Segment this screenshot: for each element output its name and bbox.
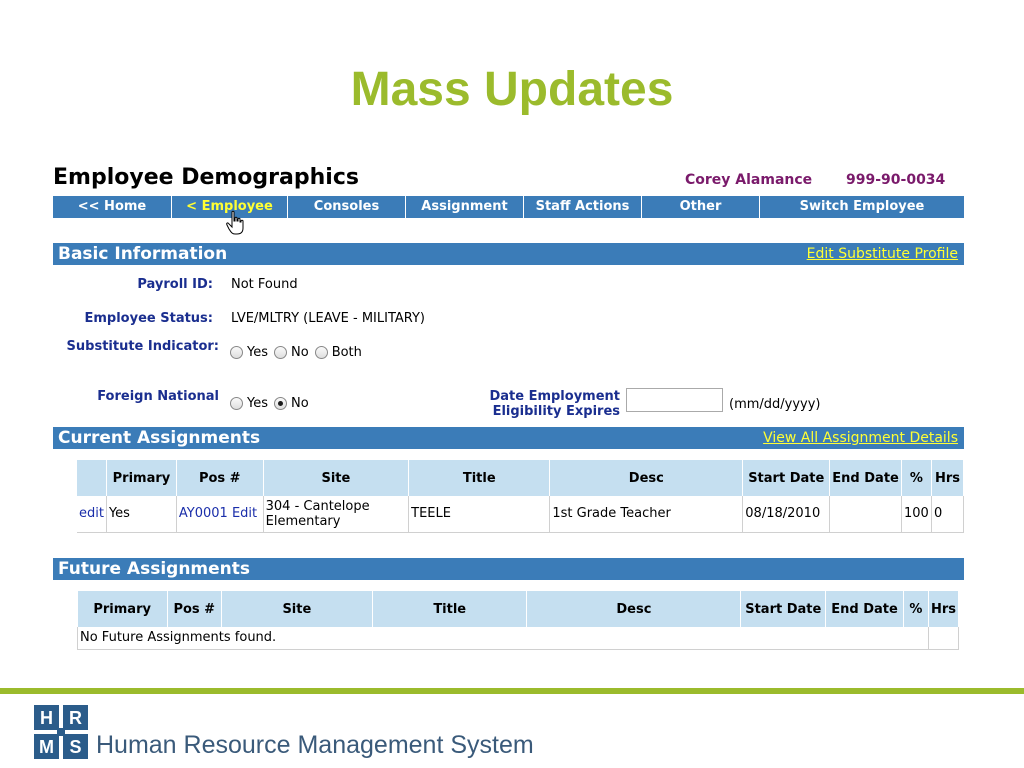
col-end-date: End Date	[829, 460, 902, 496]
page-title: Employee Demographics	[53, 165, 359, 190]
col-pos: Pos #	[176, 460, 264, 496]
nav-staff-actions[interactable]: Staff Actions	[524, 196, 642, 218]
row-edit-link[interactable]: edit	[77, 496, 107, 533]
substitute-indicator-group: Yes No Both	[230, 345, 368, 360]
substitute-no-radio[interactable]: No	[274, 345, 309, 360]
col-title: Title	[372, 591, 528, 627]
basic-info-title: Basic Information	[58, 244, 228, 264]
col-desc: Desc	[526, 591, 742, 627]
svg-text:M: M	[39, 737, 54, 757]
footer-system-name: Human Resource Management System	[96, 731, 534, 759]
payroll-id-label: Payroll ID:	[137, 277, 213, 292]
svg-text:H: H	[40, 708, 53, 728]
svg-text:S: S	[69, 737, 81, 757]
row-primary: Yes	[106, 496, 177, 533]
col-percent: %	[901, 460, 932, 496]
nav-assignment[interactable]: Assignment	[406, 196, 524, 218]
col-primary: Primary	[106, 460, 177, 496]
current-assignments-header: Current Assignments View All Assignment …	[53, 427, 964, 449]
payroll-id-value: Not Found	[231, 277, 298, 292]
foreign-national-group: Yes No	[230, 396, 315, 411]
hrms-logo-icon: H R M S	[34, 705, 88, 759]
slide-title: Mass Updates	[350, 63, 674, 116]
footer-divider	[0, 688, 1024, 694]
nav-other[interactable]: Other	[642, 196, 760, 218]
row-start-date: 08/18/2010	[742, 496, 831, 533]
substitute-indicator-label: Substitute Indicator:	[66, 339, 219, 354]
employee-status-value: LVE/MLTRY (LEAVE - MILITARY)	[231, 311, 426, 326]
future-assignments-table: Primary Pos # Site Title Desc Start Date…	[77, 591, 960, 650]
row-desc: 1st Grade Teacher	[549, 496, 744, 533]
date-eligibility-input[interactable]	[626, 388, 723, 412]
row-end-date	[829, 496, 902, 533]
employee-name: Corey Alamance	[685, 172, 813, 188]
col-end-date: End Date	[825, 591, 904, 627]
foreign-yes-radio[interactable]: Yes	[230, 396, 268, 411]
nav-consoles[interactable]: Consoles	[288, 196, 406, 218]
row-pos-link[interactable]: AY0001	[179, 506, 228, 521]
hand-cursor-icon	[226, 210, 244, 235]
employee-status-label: Employee Status:	[84, 311, 213, 326]
col-title: Title	[408, 460, 551, 496]
view-all-assignments-link[interactable]: View All Assignment Details	[763, 427, 958, 449]
future-assignments-header: Future Assignments	[53, 558, 964, 580]
nav-home[interactable]: << Home	[53, 196, 172, 218]
basic-info-header: Basic Information Edit Substitute Profil…	[53, 243, 964, 265]
empty-cell	[928, 627, 960, 650]
table-row: edit Yes AY0001 Edit 304 - Cantelope Ele…	[77, 496, 965, 533]
future-assignments-title: Future Assignments	[58, 559, 251, 579]
col-hrs: Hrs	[931, 460, 965, 496]
nav-switch-employee[interactable]: Switch Employee	[760, 196, 964, 218]
col-site: Site	[221, 591, 374, 627]
col-start-date: Start Date	[742, 460, 831, 496]
foreign-national-label: Foreign National	[97, 389, 219, 404]
edit-substitute-profile-link[interactable]: Edit Substitute Profile	[807, 243, 958, 265]
substitute-both-radio[interactable]: Both	[314, 345, 362, 360]
current-assignments-title: Current Assignments	[58, 428, 261, 448]
col-edit	[77, 460, 107, 496]
date-format-hint: (mm/dd/yyyy)	[729, 397, 821, 412]
row-hrs: 0	[931, 496, 965, 533]
col-site: Site	[263, 460, 410, 496]
empty-message: No Future Assignments found.	[77, 627, 929, 650]
foreign-no-radio[interactable]: No	[274, 396, 309, 411]
table-header-row: Primary Pos # Site Title Desc Start Date…	[77, 591, 960, 627]
col-primary: Primary	[77, 591, 168, 627]
col-start-date: Start Date	[740, 591, 827, 627]
date-eligibility-label: Date Employment Eligibility Expires	[489, 389, 620, 419]
table-row: No Future Assignments found.	[77, 627, 960, 650]
substitute-yes-radio[interactable]: Yes	[230, 345, 268, 360]
row-pos-edit-link[interactable]: Edit	[232, 506, 257, 521]
row-title: TEELE	[408, 496, 551, 533]
col-pos: Pos #	[167, 591, 222, 627]
main-nav: << Home < Employee Consoles Assignment S…	[53, 196, 964, 218]
row-pos: AY0001 Edit	[176, 496, 264, 533]
col-hrs: Hrs	[928, 591, 960, 627]
row-percent: 100	[901, 496, 932, 533]
current-assignments-table: Primary Pos # Site Title Desc Start Date…	[77, 460, 965, 533]
table-header-row: Primary Pos # Site Title Desc Start Date…	[77, 460, 965, 496]
row-site: 304 - Cantelope Elementary	[263, 496, 410, 533]
col-desc: Desc	[549, 460, 744, 496]
employee-ssn: 999-90-0034	[846, 172, 946, 188]
svg-text:R: R	[69, 708, 82, 728]
col-percent: %	[903, 591, 929, 627]
